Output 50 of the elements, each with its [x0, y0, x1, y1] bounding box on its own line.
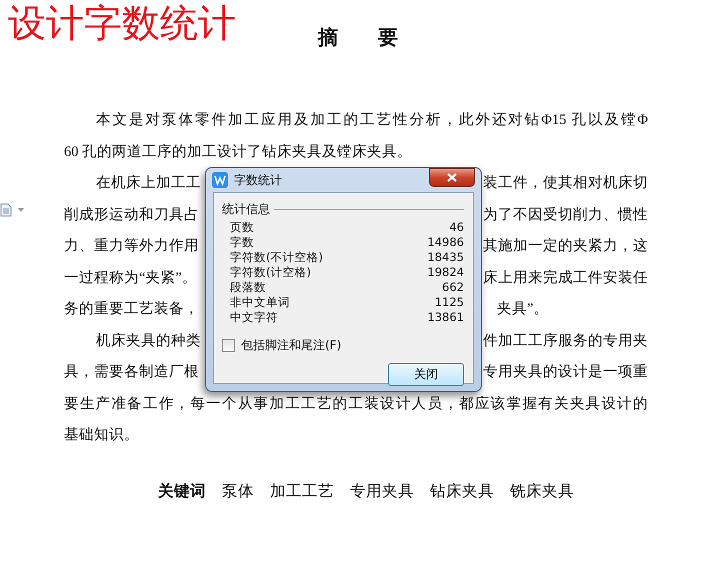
stat-value: 1125: [434, 295, 464, 310]
body-text: 要生产准备工作，每一个从事加工工艺的工装设计人员，都应该掌握有关夹具设计的: [64, 394, 648, 413]
close-dialog-button[interactable]: 关闭: [388, 363, 464, 386]
body-text: 60 孔的两道工序的加工设计了钻床夹具及镗床夹具。: [64, 142, 412, 161]
body-text: 具，需要各制造厂根: [64, 363, 199, 382]
body-text: 为了不因受切削力、惯性: [483, 206, 648, 224]
abstract-heading: 摘 要: [318, 24, 398, 51]
close-icon: [447, 173, 457, 182]
keywords-label: 关键词: [158, 482, 206, 502]
body-text: 削成形运动和刀具占: [64, 206, 199, 224]
stat-label: 字符数(不计空格): [230, 250, 323, 265]
keyword: 专用夹具: [350, 482, 414, 502]
body-text: 在机床上加工工: [96, 174, 201, 192]
checkbox-label: 包括脚注和尾注(F): [241, 337, 342, 354]
body-text: 专用夹具的设计是一项重: [483, 363, 648, 382]
stat-label: 中文字符: [230, 310, 278, 325]
body-text: 基础知识。: [64, 426, 139, 444]
body-text: 夹具”。: [497, 300, 548, 318]
keyword: 钻床夹具: [430, 482, 494, 502]
keyword: 铣床夹具: [510, 482, 574, 502]
body-text: 床上用来完成工件安装任: [483, 268, 648, 287]
body-text: 件加工工序服务的专用夹: [483, 332, 648, 350]
checkbox[interactable]: [222, 339, 235, 352]
annotation-title: 设计字数统计: [8, 2, 236, 47]
stat-value: 19824: [427, 265, 464, 280]
stat-value: 18435: [427, 250, 464, 265]
caret-icon[interactable]: [18, 208, 24, 212]
keyword: 泵体: [222, 482, 254, 502]
document-icon[interactable]: [0, 203, 12, 217]
stat-label: 段落数: [230, 280, 266, 295]
stat-label: 页数: [230, 220, 254, 235]
app-logo-icon: [212, 172, 228, 188]
stat-value: 14986: [427, 235, 464, 250]
body-text: 机床夹具的种类: [96, 332, 201, 350]
body-text: 一过程称为“夹紧”。: [64, 268, 197, 287]
body-text: 其施加一定的夹紧力，这: [483, 236, 648, 256]
stat-value: 662: [442, 280, 464, 295]
group-label: 统计信息: [222, 201, 270, 218]
body-text: 本文是对泵体零件加工应用及加工的工艺性分析，此外还对钻Φ15 孔以及镗Φ: [96, 110, 648, 130]
dialog-title: 字数统计: [234, 172, 283, 188]
stat-value: 13861: [427, 310, 464, 325]
stat-label: 字数: [230, 235, 254, 250]
body-text: 力、重力等外力作用: [64, 237, 199, 256]
body-text: 装工件，使其相对机床切: [483, 174, 648, 192]
keyword: 加工工艺: [270, 482, 334, 502]
close-button[interactable]: [429, 168, 475, 187]
stat-label: 字符数(计空格): [230, 265, 311, 280]
stat-value: 46: [449, 220, 464, 235]
body-text: 务的重要工艺装备，: [64, 300, 199, 318]
stat-label: 非中文单词: [230, 295, 290, 310]
